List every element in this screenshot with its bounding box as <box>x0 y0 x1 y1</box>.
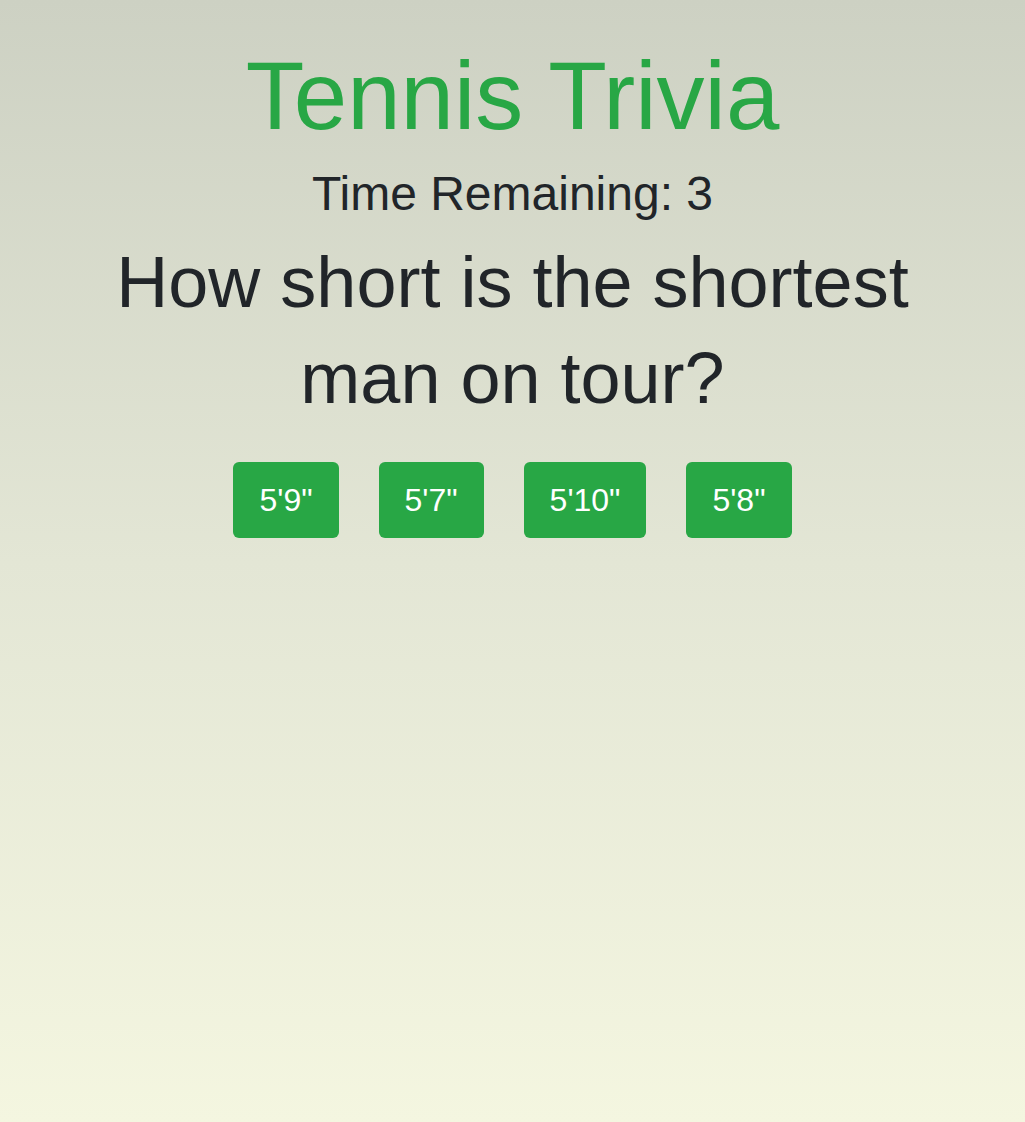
answer-button[interactable]: 5'8" <box>686 462 791 538</box>
question-text: How short is the shortest man on tour? <box>33 234 993 426</box>
answer-button[interactable]: 5'10" <box>524 462 647 538</box>
trivia-page: Tennis Trivia Time Remaining: 3 How short … <box>0 0 1025 1122</box>
game-title: Tennis Trivia <box>238 36 788 156</box>
answer-list: 5'9" 5'7" 5'10" 5'8" <box>233 462 791 538</box>
answer-button[interactable]: 5'7" <box>379 462 484 538</box>
time-remaining: Time Remaining: 3 <box>312 164 713 224</box>
answer-button[interactable]: 5'9" <box>233 462 338 538</box>
